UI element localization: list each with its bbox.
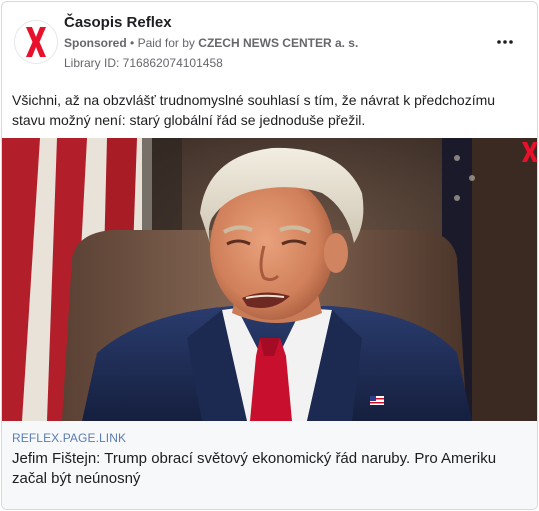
more-horizontal-icon [497,40,513,44]
library-id: Library ID: 716862074101458 [64,56,223,70]
ad-body-text: Všichni, až na obzvlášť trudnomyslné sou… [12,92,496,128]
more-options-button[interactable] [495,32,515,52]
link-preview[interactable]: REFLEX.PAGE.LINK Jefim Fištejn: Trump ob… [2,421,537,509]
ad-card: Časopis Reflex Sponsored • Paid for by C… [1,1,538,510]
page-name[interactable]: Časopis Reflex [64,14,172,31]
advertiser-name[interactable]: CZECH NEWS CENTER a. s. [198,36,358,50]
sponsored-label: Sponsored [64,36,127,50]
separator-dot: • [130,36,135,50]
link-domain: REFLEX.PAGE.LINK [12,431,127,445]
reflex-logo-icon [26,27,46,57]
ad-image[interactable] [2,138,537,421]
ad-header: Časopis Reflex Sponsored • Paid for by C… [2,2,537,78]
ad-photo [2,138,537,421]
link-title[interactable]: Jefim Fištejn: Trump obrací světový ekon… [12,449,527,489]
sponsored-line: Sponsored • Paid for by CZECH NEWS CENTE… [64,36,358,50]
page-avatar[interactable] [14,20,58,64]
paid-for-label: Paid for by [137,36,195,50]
